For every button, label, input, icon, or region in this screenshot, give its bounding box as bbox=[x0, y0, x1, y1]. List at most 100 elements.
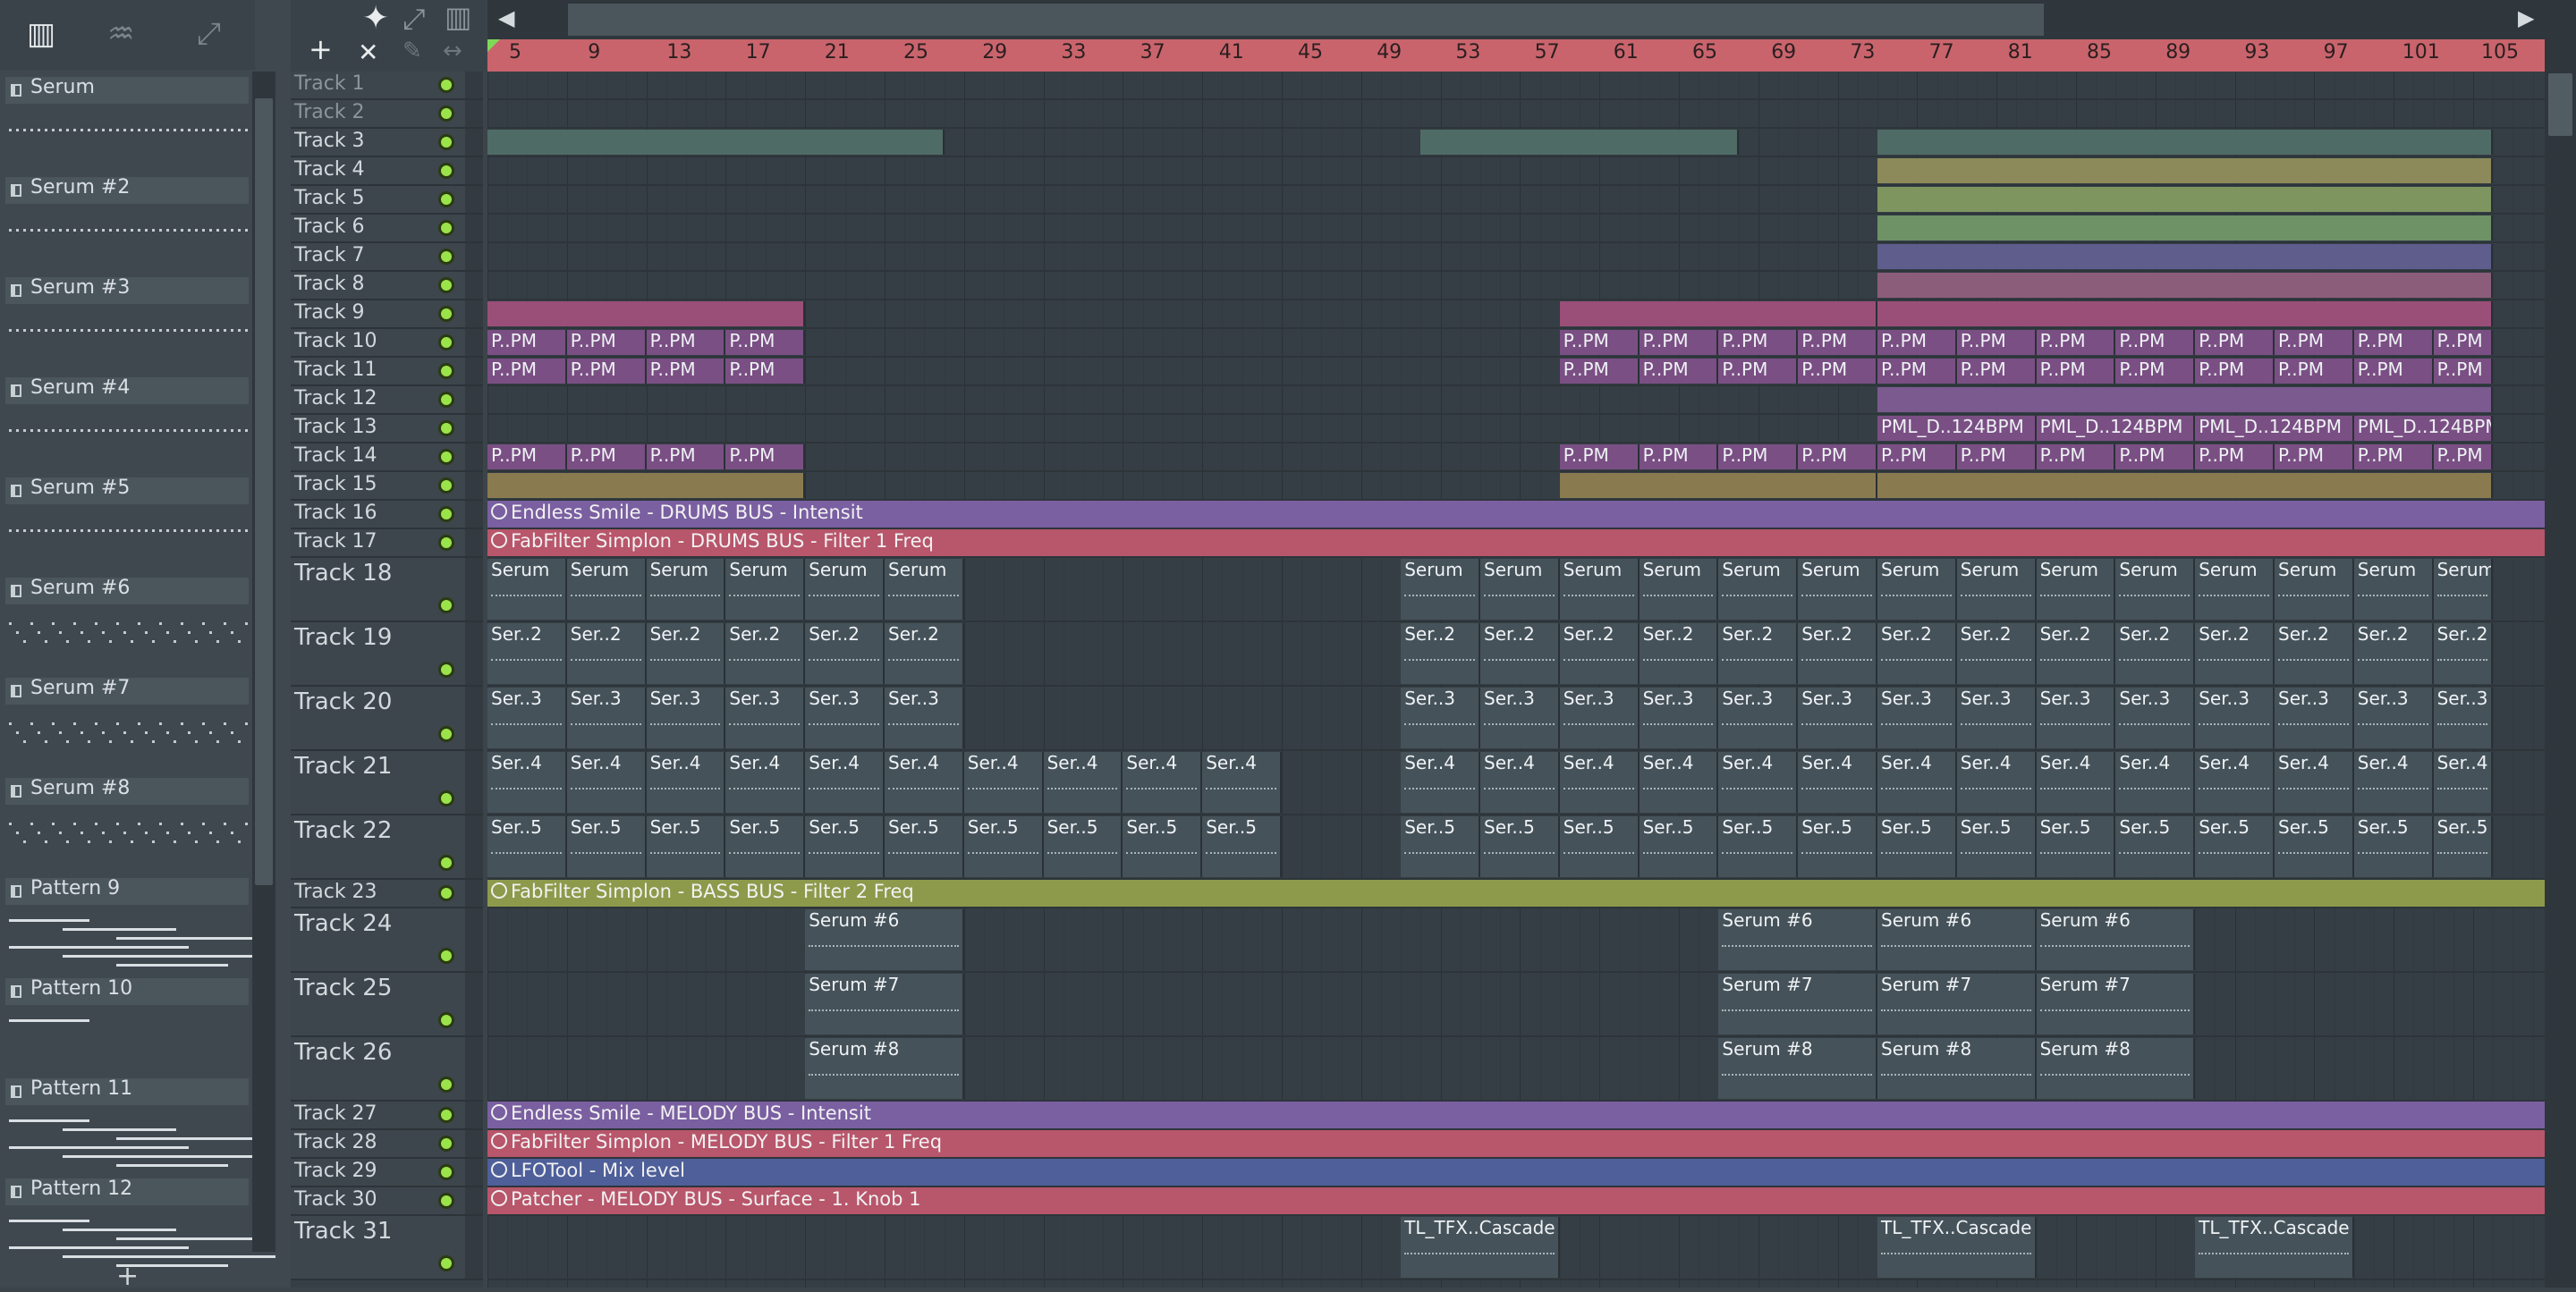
track-resize-grip[interactable] bbox=[465, 157, 483, 184]
track-mute-led[interactable] bbox=[438, 77, 454, 93]
playlist-clip[interactable] bbox=[1559, 473, 1877, 498]
track-name[interactable]: Track 3 bbox=[294, 130, 365, 152]
playlist-clip[interactable]: P..PM bbox=[1798, 444, 1877, 469]
track-resize-grip[interactable] bbox=[465, 908, 483, 971]
playlist-clip[interactable]: P..PM bbox=[487, 359, 567, 384]
playlist-clip[interactable]: Ser..4 bbox=[2115, 752, 2196, 813]
playlist-clip[interactable] bbox=[1559, 301, 1877, 326]
playlist-clip[interactable]: Ser..5 bbox=[2036, 816, 2116, 877]
plus-icon[interactable]: + bbox=[309, 32, 333, 66]
playlist-clip[interactable]: Serum #6 bbox=[805, 909, 964, 970]
track-name[interactable]: Track 26 bbox=[294, 1039, 392, 1066]
track-mute-led[interactable] bbox=[438, 163, 454, 179]
playlist-clip[interactable] bbox=[1877, 215, 2494, 241]
track-name[interactable]: Track 30 bbox=[294, 1188, 377, 1211]
playlist-clip[interactable]: Ser..4 bbox=[1480, 752, 1560, 813]
playlist-clip[interactable]: Ser..4 bbox=[1202, 752, 1282, 813]
track-resize-grip[interactable] bbox=[465, 973, 483, 1035]
playlist-clip[interactable]: P..PM bbox=[1639, 444, 1719, 469]
playlist-clip[interactable]: Ser..5 bbox=[725, 816, 806, 877]
playlist-clip[interactable]: Ser..4 bbox=[2433, 752, 2494, 813]
playlist-grid[interactable]: Endless Smile - DRUMS BUS - Intensit FabF… bbox=[487, 72, 2545, 1288]
track-name[interactable]: Track 27 bbox=[294, 1102, 377, 1125]
audio-icon[interactable]: ♒ bbox=[107, 16, 134, 52]
track-header[interactable]: Track 23 bbox=[291, 880, 483, 908]
playlist-clip[interactable]: P..PM bbox=[1877, 359, 1957, 384]
track-name[interactable]: Track 19 bbox=[294, 624, 392, 651]
playlist-clip[interactable]: Ser..3 bbox=[1639, 688, 1719, 748]
playlist-clip[interactable]: Serum bbox=[1877, 559, 1957, 620]
automation-clip[interactable]: FabFilter Simplon - BASS BUS - Filter 2 … bbox=[487, 880, 2545, 907]
playlist-clip[interactable]: Ser..5 bbox=[1798, 816, 1877, 877]
playlist-clip[interactable]: Ser..5 bbox=[1401, 816, 1480, 877]
picker-scroll-thumb[interactable] bbox=[255, 98, 273, 885]
track-lane[interactable] bbox=[487, 72, 2545, 100]
track-resize-grip[interactable] bbox=[465, 415, 483, 442]
playlist-clip[interactable]: P..PM bbox=[2275, 359, 2354, 384]
track-mute-led[interactable] bbox=[438, 1255, 454, 1271]
playlist-clip[interactable]: Serum bbox=[566, 559, 647, 620]
track-resize-grip[interactable] bbox=[465, 358, 483, 384]
track-name[interactable]: Track 2 bbox=[294, 101, 365, 123]
track-mute-led[interactable] bbox=[438, 662, 454, 678]
track-name[interactable]: Track 13 bbox=[294, 416, 377, 438]
playlist-clip[interactable]: P..PM bbox=[1559, 444, 1640, 469]
playlist-clip[interactable]: P..PM bbox=[646, 330, 726, 355]
track-header[interactable]: Track 12 bbox=[291, 386, 483, 415]
track-mute-led[interactable] bbox=[438, 1136, 454, 1152]
playlist-clip[interactable]: P..PM bbox=[1956, 444, 2037, 469]
automation-clip[interactable]: Endless Smile - DRUMS BUS - Intensit bbox=[487, 501, 2545, 528]
playlist-clip[interactable]: P..PM bbox=[1877, 444, 1957, 469]
playlist-clip[interactable]: Ser..4 bbox=[566, 752, 647, 813]
track-header[interactable]: Track 27 bbox=[291, 1102, 483, 1130]
track-mute-led[interactable] bbox=[438, 106, 454, 122]
track-header[interactable]: Track 21 bbox=[291, 751, 483, 815]
playlist-clip[interactable]: Ser..5 bbox=[2353, 816, 2434, 877]
track-resize-grip[interactable] bbox=[465, 215, 483, 241]
pattern-header[interactable]: Serum #8 bbox=[5, 777, 249, 805]
track-name[interactable]: Track 21 bbox=[294, 753, 392, 780]
wave-icon[interactable]: ✦ bbox=[362, 0, 389, 37]
playlist-clip[interactable]: Ser..3 bbox=[1798, 688, 1877, 748]
playlist-clip[interactable]: P..PM bbox=[2115, 359, 2196, 384]
playlist-clip[interactable]: Ser..5 bbox=[1718, 816, 1799, 877]
close-icon[interactable]: ✕ bbox=[358, 38, 378, 67]
playlist-clip[interactable]: Ser..5 bbox=[487, 816, 567, 877]
track-header[interactable]: Track 4 bbox=[291, 157, 483, 186]
playlist-clip[interactable]: Serum #7 bbox=[805, 974, 964, 1034]
playlist-clip[interactable]: Serum #6 bbox=[2036, 909, 2196, 970]
playlist-clip[interactable]: Ser..3 bbox=[1401, 688, 1480, 748]
track-mute-led[interactable] bbox=[438, 191, 454, 207]
horizontal-scrollbar[interactable]: ◀ ▶ bbox=[487, 0, 2545, 39]
playlist-clip[interactable]: Ser..5 bbox=[1480, 816, 1560, 877]
playlist-clip[interactable]: P..PM bbox=[1956, 330, 2037, 355]
track-lane[interactable] bbox=[487, 100, 2545, 129]
scroll-left-icon[interactable]: ◀ bbox=[498, 5, 514, 30]
track-mute-led[interactable] bbox=[438, 1164, 454, 1180]
playlist-clip[interactable]: Ser..3 bbox=[1956, 688, 2037, 748]
playlist-clip[interactable]: Serum bbox=[2433, 559, 2494, 620]
track-header[interactable]: Track 10 bbox=[291, 329, 483, 358]
playlist-clip[interactable]: Serum bbox=[725, 559, 806, 620]
playlist-clip[interactable] bbox=[1877, 187, 2494, 212]
track-resize-grip[interactable] bbox=[465, 558, 483, 621]
playlist-clip[interactable]: Ser..2 bbox=[1480, 623, 1560, 684]
track-name[interactable]: Track 20 bbox=[294, 688, 392, 715]
playlist-clip[interactable]: Serum bbox=[805, 559, 885, 620]
pattern-header[interactable]: Serum #3 bbox=[5, 276, 249, 304]
playlist-clip[interactable]: P..PM bbox=[2036, 330, 2116, 355]
timeline-ruler[interactable]: 5 9 13 17 21 25 29 33 37 41 45 49 53 57 61 65 69 73 77 81 85… bbox=[487, 39, 2545, 72]
playlist-clip[interactable]: Ser..2 bbox=[487, 623, 567, 684]
pattern-item[interactable]: Pattern 10 bbox=[5, 977, 249, 1078]
playlist-clip[interactable]: P..PM bbox=[1639, 359, 1719, 384]
track-resize-grip[interactable] bbox=[465, 386, 483, 413]
automation-clip[interactable]: LFOTool - Mix level bbox=[487, 1159, 2545, 1186]
playlist-clip[interactable] bbox=[487, 473, 806, 498]
track-mute-led[interactable] bbox=[438, 477, 454, 494]
playlist-clip[interactable]: Serum #7 bbox=[1718, 974, 1877, 1034]
playlist-clip[interactable]: P..PM bbox=[2036, 359, 2116, 384]
playlist-clip[interactable]: Serum bbox=[2195, 559, 2275, 620]
playlist-clip[interactable]: P..PM bbox=[2195, 359, 2275, 384]
track-header[interactable]: Track 20 bbox=[291, 687, 483, 751]
playlist-clip[interactable]: Ser..2 bbox=[1559, 623, 1640, 684]
